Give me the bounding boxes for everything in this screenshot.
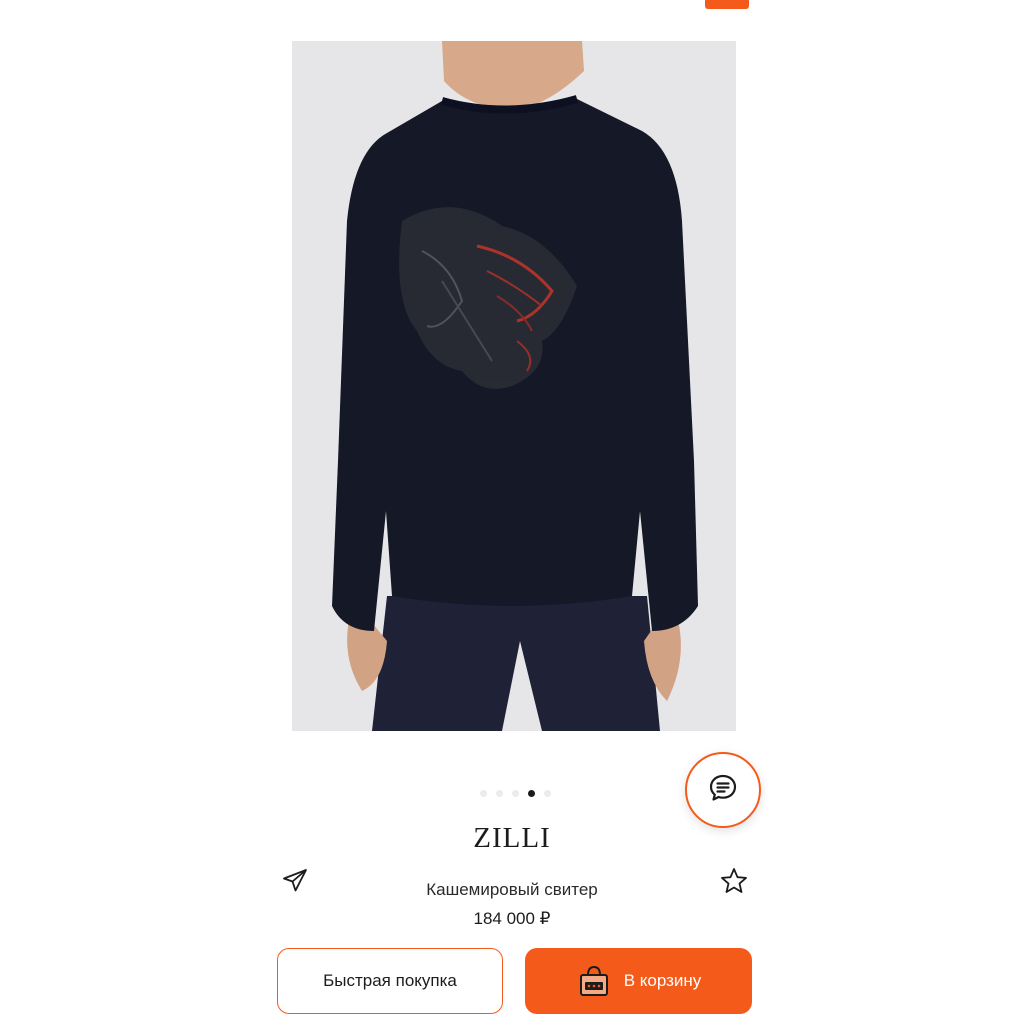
pagination-dot-active[interactable] [527,790,535,797]
brand-name[interactable]: ZILLI [0,822,1024,855]
sweater-illustration [292,41,736,731]
add-to-cart-label: В корзину [623,971,702,990]
star-icon [719,866,749,901]
chat-button[interactable] [685,752,761,828]
favorite-button[interactable] [718,867,750,899]
pagination-dot[interactable] [495,790,503,797]
quick-buy-label: Быстрая покупка [323,971,457,990]
pagination-dot[interactable] [543,790,551,797]
add-to-cart-button[interactable]: В корзину [525,948,752,1014]
product-name: Кашемировый свитер [426,880,598,899]
image-pagination[interactable] [0,790,1024,797]
pagination-dot[interactable] [511,790,519,797]
quick-buy-button[interactable]: Быстрая покупка [277,948,503,1014]
pagination-dot[interactable] [479,790,487,797]
product-image[interactable] [292,41,736,731]
product-page: ZILLI Кашемировый свитер 184 000 ₽ Быстр… [0,0,1024,1024]
top-accent-bar [705,0,749,9]
product-price: 184 000 ₽ [473,909,551,928]
chat-icon [707,772,739,809]
shopping-bag-icon [576,963,612,999]
